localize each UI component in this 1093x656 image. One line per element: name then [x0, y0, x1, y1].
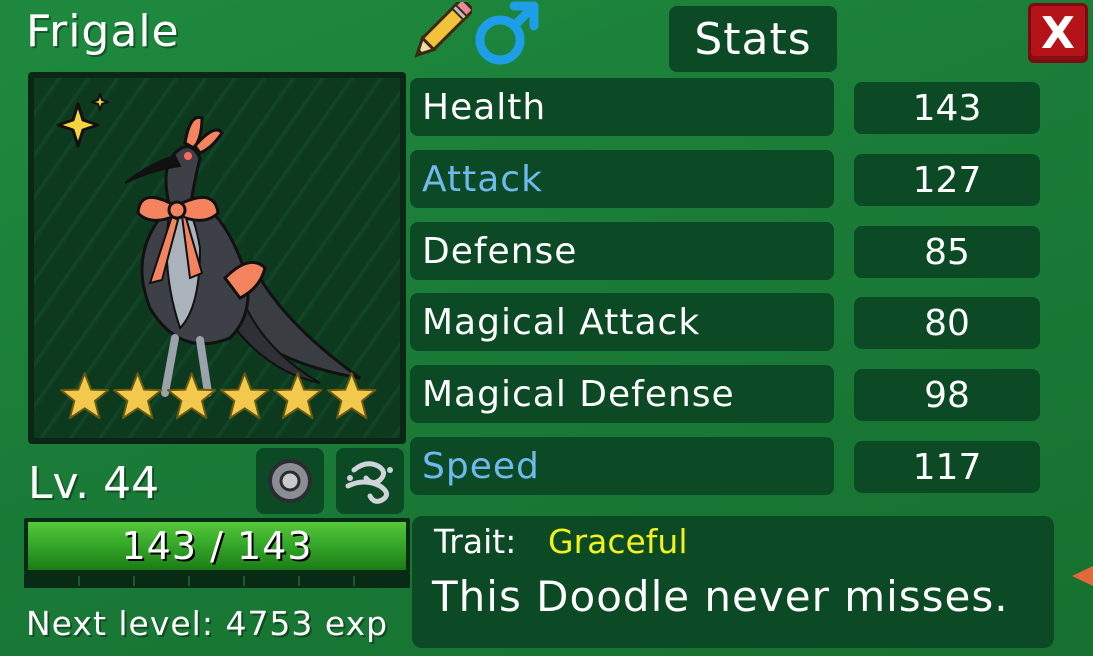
stat-value: 127	[854, 154, 1040, 206]
stat-row-defense: Defense 85	[410, 222, 1040, 280]
stat-value: 85	[854, 226, 1040, 278]
next-level-text: Next level: 4753 exp	[26, 604, 389, 643]
stat-label: Magical Attack	[410, 293, 834, 351]
stat-row-magical-defense: Magical Defense 98	[410, 365, 1040, 423]
stat-row-health: Health 143	[410, 78, 1040, 136]
trait-description: This Doodle never misses.	[432, 572, 1009, 621]
rating-stars	[58, 370, 378, 426]
level-label: Lv. 44	[28, 458, 160, 509]
doodle-name: Frigale	[26, 6, 180, 57]
trait-label: Trait:	[434, 522, 517, 561]
disc-icon	[268, 459, 312, 503]
star-icon	[219, 372, 270, 420]
ability-slot[interactable]	[336, 448, 404, 514]
held-item-slot[interactable]	[256, 448, 324, 514]
stat-value: 117	[854, 441, 1040, 493]
star-icon	[273, 372, 323, 420]
stat-row-magical-attack: Magical Attack 80	[410, 293, 1040, 351]
stat-value: 98	[854, 369, 1040, 421]
wind-swirl-icon	[345, 461, 393, 504]
stat-row-attack: Attack 127	[410, 150, 1040, 208]
stat-label: Defense	[410, 222, 834, 280]
hp-text: 143 / 143	[121, 524, 313, 568]
stat-label: Health	[410, 78, 834, 136]
star-icon	[59, 372, 110, 420]
exp-bar	[24, 574, 410, 588]
pencil-icon[interactable]	[404, 2, 472, 66]
arrow-icon	[1072, 566, 1093, 586]
stat-label: Magical Defense	[410, 365, 834, 423]
stat-label: Speed	[410, 437, 834, 495]
stat-row-speed: Speed 117	[410, 437, 1040, 495]
stat-value: 143	[854, 82, 1040, 134]
stat-value: 80	[854, 297, 1040, 349]
star-icon	[326, 372, 376, 420]
trait-name: Graceful	[548, 522, 688, 561]
stats-title: Stats	[669, 6, 837, 72]
star-icon	[166, 372, 217, 420]
star-icon	[113, 372, 163, 420]
close-button[interactable]: X	[1028, 3, 1088, 63]
doodle-sprite	[124, 115, 361, 397]
stat-label: Attack	[410, 150, 834, 208]
male-gender-icon	[475, 1, 539, 65]
hp-bar: 143 / 143	[24, 518, 410, 574]
